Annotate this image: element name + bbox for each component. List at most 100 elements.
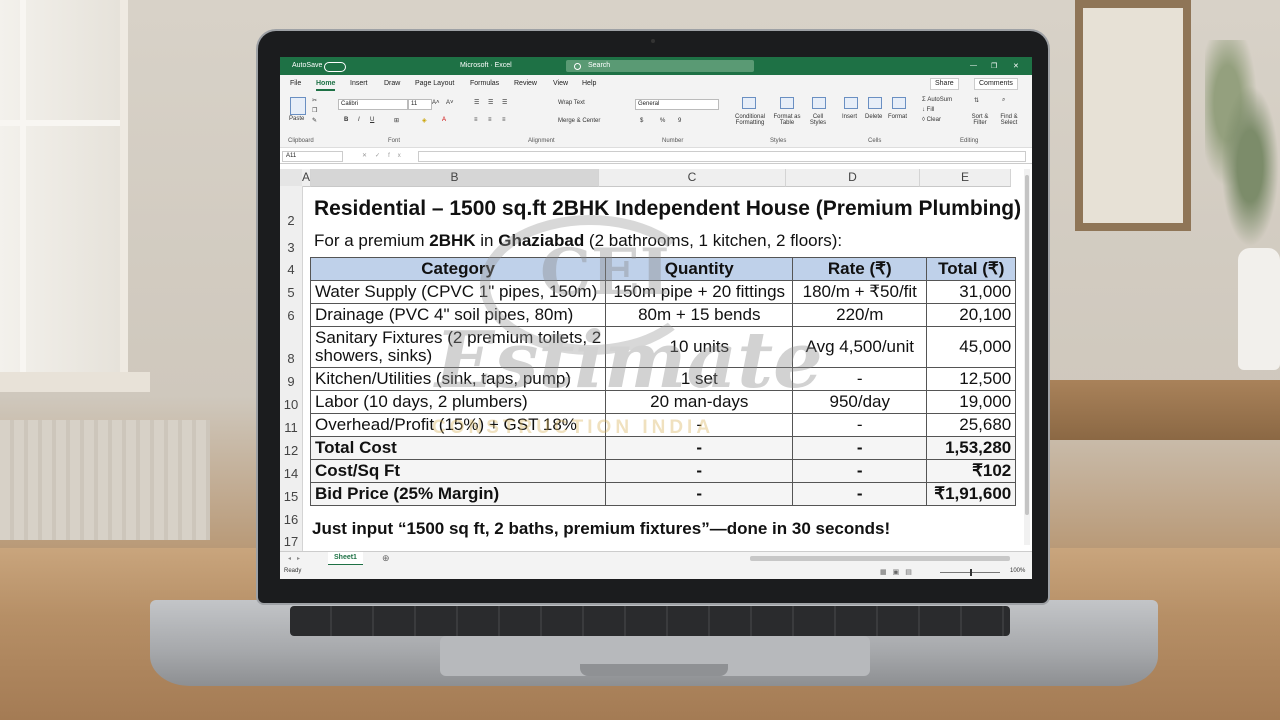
cell-quantity[interactable]: 150m pipe + 20 fittings <box>605 280 794 304</box>
select-all-corner[interactable] <box>280 169 302 187</box>
grow-font-icon[interactable]: A˄ <box>432 100 440 106</box>
row-header[interactable]: 9 <box>280 374 302 389</box>
row-header[interactable]: 14 <box>280 466 302 481</box>
cell-total[interactable]: ₹102 <box>926 459 1017 483</box>
fill-color-icon[interactable]: ◈ <box>422 117 427 124</box>
cell-rate[interactable]: - <box>792 459 928 483</box>
cell-quantity[interactable]: - <box>605 482 794 506</box>
conditional-formatting-icon[interactable] <box>742 97 756 109</box>
row-header[interactable]: 10 <box>280 397 302 412</box>
row-header[interactable]: 15 <box>280 489 302 504</box>
tab-home[interactable]: Home <box>316 80 336 91</box>
percent-icon[interactable]: % <box>660 118 665 124</box>
cell-rate[interactable]: - <box>792 413 928 437</box>
horizontal-scrollbar[interactable] <box>750 556 1010 561</box>
sort-filter-icon[interactable]: ⇅ <box>974 97 979 104</box>
cell-total[interactable]: 31,000 <box>926 280 1017 304</box>
cell-quantity[interactable]: - <box>605 459 794 483</box>
tab-insert[interactable]: Insert <box>350 80 368 87</box>
cell-total[interactable]: 12,500 <box>926 367 1017 391</box>
find-select-button[interactable]: Find & Select <box>996 114 1022 126</box>
format-button[interactable]: Format <box>888 114 907 120</box>
row-header[interactable]: 4 <box>280 262 302 277</box>
cell-rate[interactable]: - <box>792 367 928 391</box>
comma-icon[interactable]: 9 <box>678 118 681 124</box>
column-header-b[interactable]: B <box>311 169 599 187</box>
cell-summary-label[interactable]: Cost/Sq Ft <box>309 459 607 483</box>
format-painter-icon[interactable]: ✎ <box>312 117 317 124</box>
tab-formulas[interactable]: Formulas <box>470 80 499 87</box>
autosum-button[interactable]: Σ AutoSum <box>922 97 952 103</box>
cell-total[interactable]: 20,100 <box>926 303 1017 327</box>
cell-category[interactable]: Overhead/Profit (15%) + GST 18% <box>309 413 607 437</box>
align-right-icon[interactable]: ≡ <box>502 117 506 123</box>
cell-rate[interactable]: Avg 4,500/unit <box>792 326 928 368</box>
header-rate[interactable]: Rate (₹) <box>792 257 928 281</box>
restore-icon[interactable]: ❐ <box>991 62 997 70</box>
clear-button[interactable]: ◊ Clear <box>922 117 941 123</box>
row-header[interactable]: 11 <box>280 420 302 435</box>
italic-icon[interactable]: I <box>358 117 360 123</box>
tab-help[interactable]: Help <box>582 80 596 87</box>
cell-quantity[interactable]: - <box>605 413 794 437</box>
conditional-formatting-button[interactable]: Conditional Formatting <box>728 114 772 126</box>
cell-quantity[interactable]: 1 set <box>605 367 794 391</box>
cell-styles-button[interactable]: Cell Styles <box>806 114 830 126</box>
font-size-select[interactable]: 11 <box>408 99 432 110</box>
tab-file[interactable]: File <box>290 80 301 87</box>
paste-icon[interactable] <box>290 97 306 115</box>
column-header-d[interactable]: D <box>786 169 920 187</box>
align-left-icon[interactable]: ≡ <box>474 117 478 123</box>
row-header[interactable]: 8 <box>280 351 302 366</box>
zoom-slider-thumb[interactable] <box>970 569 972 576</box>
cell-styles-icon[interactable] <box>812 97 826 109</box>
row-header[interactable]: 5 <box>280 285 302 300</box>
bold-icon[interactable]: B <box>344 117 348 123</box>
column-header-e[interactable]: E <box>920 169 1011 187</box>
insert-cells-icon[interactable] <box>844 97 858 109</box>
autosave-toggle[interactable] <box>324 62 346 72</box>
cell-total[interactable]: 25,680 <box>926 413 1017 437</box>
sheet-nav-arrows[interactable]: ◂▸ <box>288 555 306 562</box>
sheet-tab[interactable]: Sheet1 <box>328 552 363 566</box>
font-color-icon[interactable]: A <box>442 117 446 123</box>
zoom-level[interactable]: 100% <box>1010 568 1025 574</box>
tab-view[interactable]: View <box>553 80 568 87</box>
column-header-a[interactable]: A <box>302 169 311 187</box>
vertical-scrollbar[interactable] <box>1024 169 1030 545</box>
row-header[interactable]: 12 <box>280 443 302 458</box>
delete-button[interactable]: Delete <box>865 114 882 120</box>
align-top-icon[interactable]: ☰ <box>474 99 479 106</box>
row-header[interactable]: 16 <box>280 512 302 527</box>
cell-quantity[interactable]: 80m + 15 bends <box>605 303 794 327</box>
cell-rate[interactable]: 950/day <box>792 390 928 414</box>
cell-total[interactable]: 45,000 <box>926 326 1017 368</box>
cell-rate[interactable]: - <box>792 436 928 460</box>
number-format-select[interactable]: General <box>635 99 719 110</box>
wrap-text-button[interactable]: Wrap Text <box>558 100 585 106</box>
cell-rate[interactable]: 220/m <box>792 303 928 327</box>
cell-category[interactable]: Sanitary Fixtures (2 premium toilets, 2s… <box>309 326 607 368</box>
find-select-icon[interactable]: ⌕ <box>1002 97 1005 104</box>
cell-summary-label[interactable]: Bid Price (25% Margin) <box>309 482 607 506</box>
cell-total[interactable]: ₹1,91,600 <box>926 482 1017 506</box>
shrink-font-icon[interactable]: A˅ <box>446 100 454 106</box>
delete-cells-icon[interactable] <box>868 97 882 109</box>
row-header[interactable]: 2 <box>280 213 302 228</box>
cut-icon[interactable]: ✂ <box>312 97 317 104</box>
cell-quantity[interactable]: 10 units <box>605 326 794 368</box>
format-as-table-icon[interactable] <box>780 97 794 109</box>
row-header[interactable]: 3 <box>280 240 302 255</box>
sort-filter-button[interactable]: Sort & Filter <box>968 114 992 126</box>
fx-icon[interactable]: fx <box>388 153 409 159</box>
align-center-icon[interactable]: ≡ <box>488 117 492 123</box>
format-as-table-button[interactable]: Format as Table <box>772 114 802 126</box>
cell-quantity[interactable]: - <box>605 436 794 460</box>
format-cells-icon[interactable] <box>892 97 906 109</box>
cell-category[interactable]: Labor (10 days, 2 plumbers) <box>309 390 607 414</box>
tab-review[interactable]: Review <box>514 80 537 87</box>
merge-center-button[interactable]: Merge & Center <box>558 118 600 124</box>
underline-icon[interactable]: U <box>370 117 374 123</box>
borders-icon[interactable]: ⊞ <box>394 117 399 124</box>
align-middle-icon[interactable]: ☰ <box>488 99 493 106</box>
